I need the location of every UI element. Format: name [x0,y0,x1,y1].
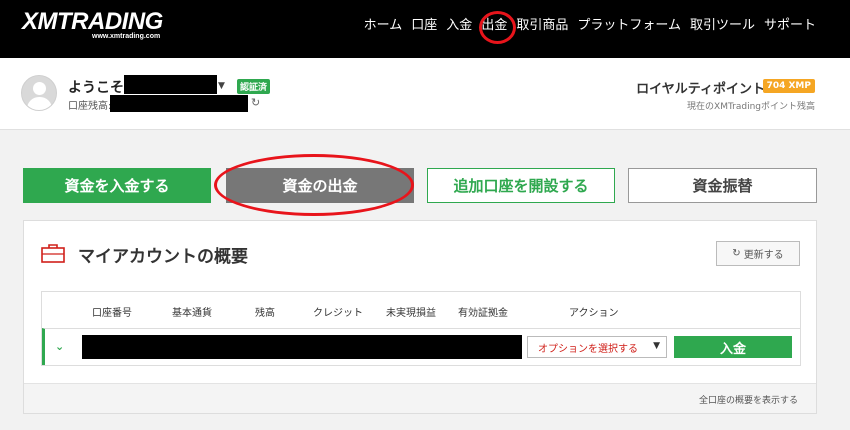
redacted-balance [110,95,248,112]
account-overview-panel: マイアカウントの概要 ↻ 更新する 口座番号 基本通貨 残高 クレジット 未実現… [23,220,817,414]
refresh-button[interactable]: ↻ 更新する [716,241,800,266]
col-base-currency: 基本通貨 [172,308,212,319]
logo-url: www.xmtrading.com [92,33,161,40]
main-nav: ホーム 口座 入金 出金 取引商品 プラットフォーム 取引ツール サポート [355,17,816,35]
nav-instruments[interactable]: 取引商品 [516,17,568,35]
nav-home[interactable]: ホーム [364,17,403,35]
caret-down-icon: ▼ [653,341,660,351]
refresh-icon: ↻ [732,248,741,259]
nav-platforms[interactable]: プラットフォーム [577,17,681,35]
verified-badge: 認証済 [237,79,271,94]
nav-support[interactable]: サポート [764,17,816,35]
refresh-label: 更新する [743,250,784,261]
col-balance: 残高 [255,308,275,319]
nav-deposit[interactable]: 入金 [446,17,472,35]
redacted-account-data [82,335,522,359]
chevron-down-icon[interactable]: ⌄ [55,340,64,353]
welcome-text: ようこそ [68,80,124,96]
view-all-accounts-link[interactable]: 全口座の概要を表示する [699,393,798,406]
col-account-number: 口座番号 [92,308,132,319]
options-select[interactable]: オプションを選択する ▼ [527,336,667,358]
col-credit: クレジット [313,308,363,319]
withdraw-nav-highlight [479,11,516,44]
redacted-username [124,75,217,94]
xmp-badge: 704 XMP [762,79,815,93]
options-select-value: オプションを選択する [538,343,638,355]
top-header: XMTRADING www.xmtrading.com ホーム 口座 入金 出金… [0,0,850,58]
transfer-funds-button[interactable]: 資金振替 [628,168,817,203]
col-equity: 有効証拠金 [458,308,508,319]
royalty-points-title: ロイヤルティポイント [636,82,765,97]
table-row[interactable]: ⌄ オプションを選択する ▼ 入金 [42,328,800,365]
avatar[interactable] [21,75,57,111]
open-additional-account-button[interactable]: 追加口座を開設する [427,168,615,203]
chevron-down-icon[interactable]: ▼ [218,81,225,91]
briefcase-icon [41,244,65,263]
balance-label: 口座残高: [68,101,112,112]
panel-title: マイアカウントの概要 [78,247,248,267]
col-action: アクション [569,308,619,319]
refresh-icon[interactable]: ↻ [251,96,260,109]
panel-footer: 全口座の概要を表示する [24,383,816,413]
row-deposit-button[interactable]: 入金 [674,336,792,358]
col-unrealized-pl: 未実現損益 [386,308,436,319]
withdraw-button-highlight [214,154,414,216]
points-subtitle: 現在のXMTradingポイント残高 [687,102,815,112]
profile-bar: ようこそ ▼ 認証済 口座残高: ↻ ロイヤルティポイント 704 XMP 現在… [0,58,850,130]
nav-account[interactable]: 口座 [411,17,437,35]
xmtrading-logo[interactable]: XMTRADING [22,8,163,36]
deposit-funds-button[interactable]: 資金を入金する [23,168,211,203]
nav-tools[interactable]: 取引ツール [690,17,755,35]
accounts-table: 口座番号 基本通貨 残高 クレジット 未実現損益 有効証拠金 アクション ⌄ オ… [41,291,801,366]
